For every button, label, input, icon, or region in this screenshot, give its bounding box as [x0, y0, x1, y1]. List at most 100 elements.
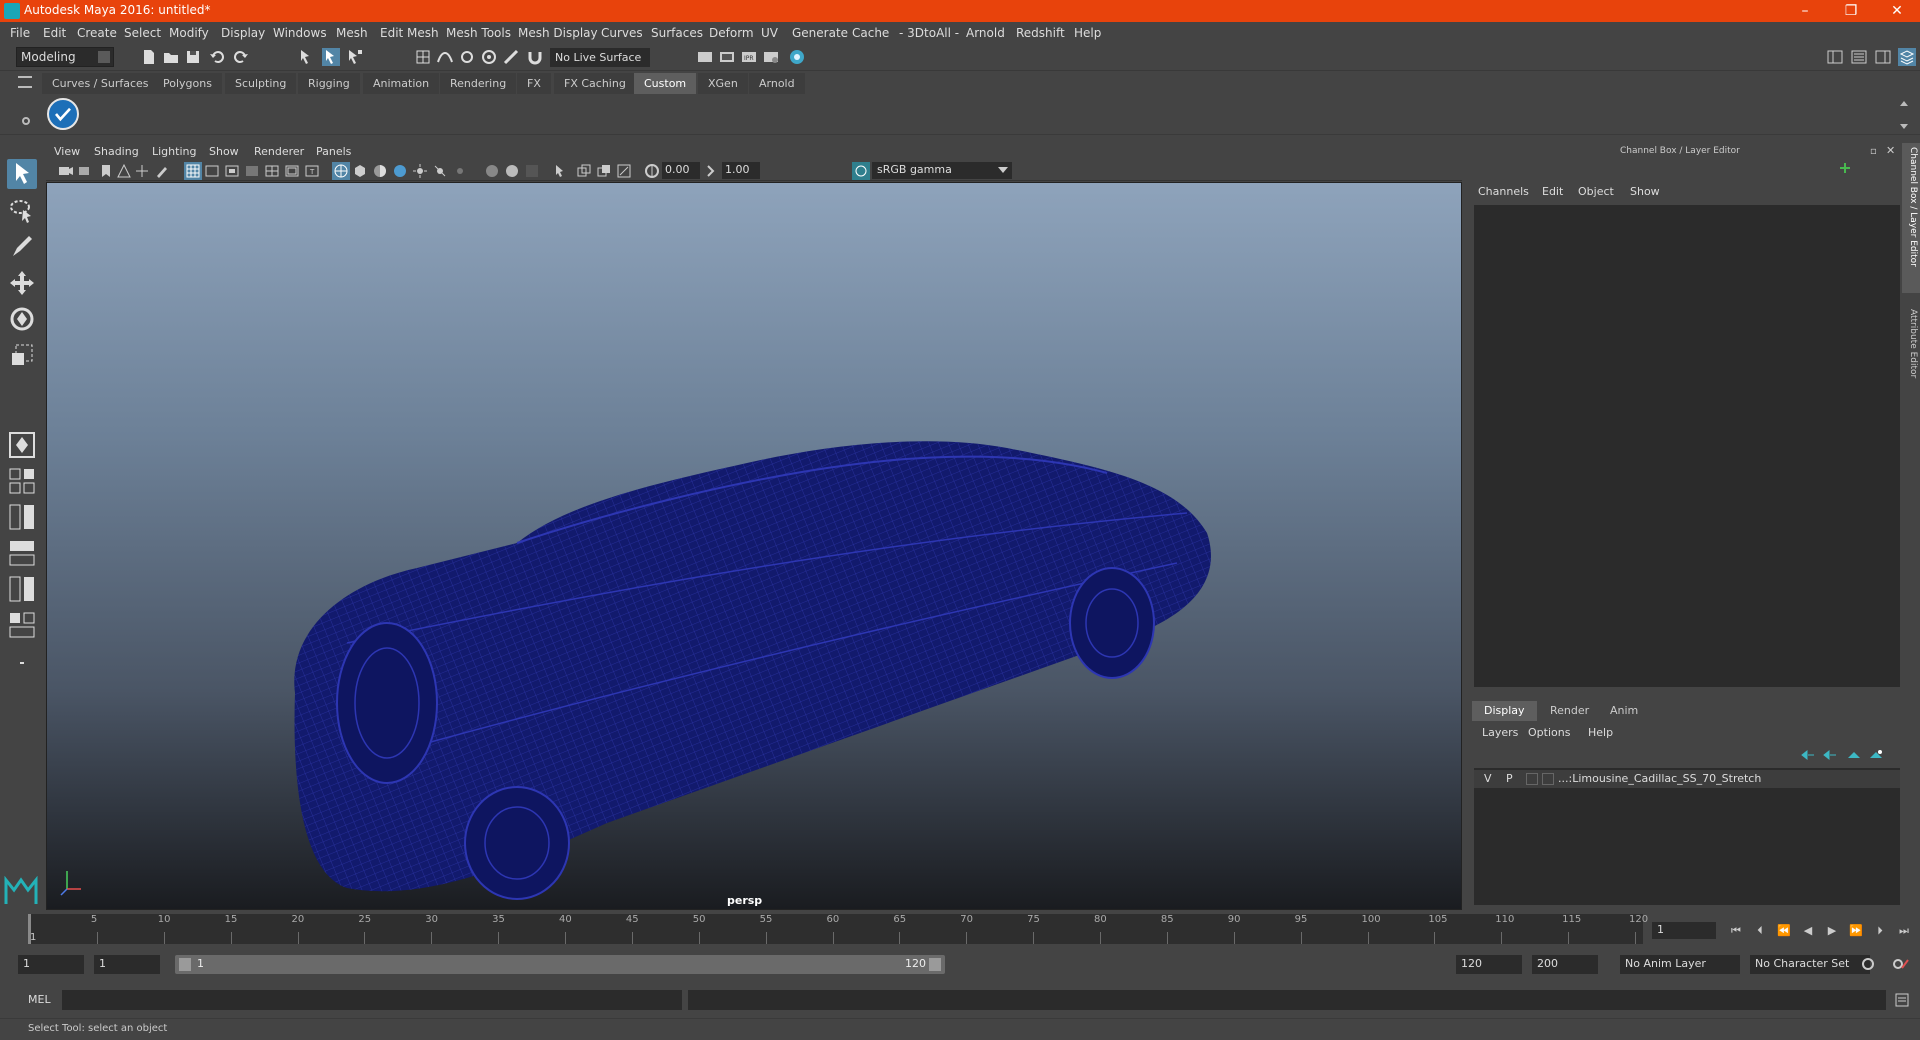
snap-to-grid-icon[interactable] [414, 48, 432, 66]
live-surface-field[interactable]: No Live Surface [550, 48, 650, 67]
select-by-hierarchy-icon[interactable] [298, 48, 316, 66]
menu-select[interactable]: Select [124, 26, 161, 40]
shelf-scroll-icon[interactable] [1898, 98, 1910, 132]
layer-tab-anim[interactable]: Anim [1598, 701, 1650, 721]
2d-pan-zoom-icon[interactable] [134, 163, 150, 179]
animation-end-field[interactable]: 200 [1532, 955, 1598, 974]
playback-range-slider[interactable]: 1 120 [175, 955, 945, 974]
menu-3dtoall[interactable]: - 3DtoAll - [899, 26, 959, 40]
float-panel-icon[interactable]: ▫ [1870, 146, 1877, 157]
channel-box-menu-channels[interactable]: Channels [1478, 185, 1529, 198]
anim-layer-select[interactable]: No Anim Layer [1620, 955, 1740, 974]
animation-start-field[interactable]: 1 [18, 955, 84, 974]
view-transform-select[interactable]: sRGB gamma [872, 162, 1012, 179]
xray-active-components-icon[interactable] [596, 163, 612, 179]
wireframe-shading-icon[interactable] [332, 162, 350, 180]
limousine-wireframe-model[interactable] [47, 183, 1461, 909]
toggle-tool-settings-icon[interactable] [1874, 48, 1892, 66]
channel-box-menu-object[interactable]: Object [1578, 185, 1614, 198]
toggle-channel-box-icon[interactable] [1898, 48, 1916, 66]
new-empty-layer-icon[interactable] [1846, 748, 1862, 762]
redo-icon[interactable] [232, 48, 250, 66]
make-live-icon[interactable] [502, 48, 520, 66]
exposure-icon[interactable] [644, 163, 660, 179]
shelf-tab-fx[interactable]: FX [517, 73, 551, 94]
shelf-settings-icon[interactable] [22, 117, 30, 125]
select-by-object-icon[interactable] [322, 48, 340, 66]
resolution-gate-icon[interactable] [224, 163, 240, 179]
ipr-render-icon[interactable]: IPR [740, 48, 758, 66]
render-view-icon[interactable] [696, 48, 714, 66]
snap-to-curve-icon[interactable] [436, 48, 454, 66]
panel-menu-show[interactable]: Show [209, 145, 239, 158]
menu-edit[interactable]: Edit [43, 26, 66, 40]
image-plane-icon[interactable] [116, 163, 132, 179]
play-forwards-icon[interactable]: ▶ [1824, 924, 1840, 938]
snap-to-point-icon[interactable] [458, 48, 476, 66]
panel-menu-renderer[interactable]: Renderer [254, 145, 304, 158]
bookmark-icon[interactable] [98, 163, 114, 179]
layer-row[interactable]: V P ...:Limousine_Cadillac_SS_70_Stretch [1474, 770, 1900, 788]
menu-create[interactable]: Create [77, 26, 117, 40]
auto-key-icon[interactable] [1860, 956, 1876, 972]
layer-menu-options[interactable]: Options [1528, 726, 1570, 739]
panel-menu-panels[interactable]: Panels [316, 145, 351, 158]
new-layer-from-selection-icon[interactable] [1868, 748, 1884, 762]
menu-redshift[interactable]: Redshift [1016, 26, 1065, 40]
outliner-layout-icon[interactable] [7, 610, 37, 640]
multisample-aa-icon[interactable] [504, 163, 520, 179]
menu-arnold[interactable]: Arnold [966, 26, 1005, 40]
menu-deform[interactable]: Deform [709, 26, 754, 40]
current-frame-field[interactable]: 1 [1652, 922, 1716, 939]
gamma-icon[interactable] [704, 163, 720, 179]
motion-blur-icon[interactable] [484, 163, 500, 179]
xray-joints-icon[interactable] [616, 163, 632, 179]
persp-outliner-layout-icon[interactable] [7, 502, 37, 532]
step-forward-frame-icon[interactable]: ⏵ [1872, 924, 1888, 938]
shelf-tab-animation[interactable]: Animation [363, 73, 440, 94]
play-backwards-icon[interactable]: ◀ [1800, 924, 1816, 938]
checkmark-shelf-icon[interactable] [47, 98, 79, 130]
grease-pencil-icon[interactable] [154, 163, 170, 179]
layer-playback-toggle[interactable]: P [1506, 772, 1513, 785]
paint-select-tool-icon[interactable] [7, 232, 37, 262]
scale-tool-icon[interactable] [7, 340, 37, 370]
menu-cache[interactable]: Cache [852, 26, 889, 40]
minimize-button[interactable]: – [1782, 0, 1828, 22]
menu-file[interactable]: File [10, 26, 30, 40]
shelf-tab-xgen[interactable]: XGen [698, 73, 748, 94]
workspace-layout-icon[interactable] [1826, 48, 1844, 66]
lasso-tool-icon[interactable] [7, 196, 37, 226]
menu-uv[interactable]: UV [761, 26, 778, 40]
xray-icon[interactable] [576, 163, 592, 179]
persp-graph-layout-icon[interactable] [7, 538, 37, 568]
perspective-viewport[interactable]: persp [46, 182, 1462, 910]
shelf-tab-arnold[interactable]: Arnold [749, 73, 805, 94]
shelf-tab-custom[interactable]: Custom [634, 73, 697, 94]
step-back-key-icon[interactable]: ⏪ [1776, 924, 1792, 938]
character-set-select[interactable]: No Character Set [1750, 955, 1870, 974]
persp-hypershade-layout-icon[interactable] [7, 574, 37, 604]
shelf-tab-rigging[interactable]: Rigging [298, 73, 360, 94]
shelf-tab-sculpting[interactable]: Sculpting [225, 73, 297, 94]
shelf-tab-polygons[interactable]: Polygons [153, 73, 222, 94]
select-tool-icon[interactable] [7, 159, 37, 189]
playback-start-field[interactable]: 1 [94, 955, 160, 974]
exposure-field[interactable]: 0.00 [662, 162, 700, 179]
shelf-tab-fx-caching[interactable]: FX Caching [554, 73, 636, 94]
step-back-frame-icon[interactable]: ⏴ [1752, 924, 1768, 938]
toggle-attribute-editor-icon[interactable] [1850, 48, 1868, 66]
menu-modify[interactable]: Modify [169, 26, 209, 40]
magnet-icon[interactable] [526, 48, 544, 66]
channel-box-menu-show[interactable]: Show [1630, 185, 1660, 198]
new-scene-icon[interactable] [140, 48, 158, 66]
shelf-tab-curves-surfaces[interactable]: Curves / Surfaces [42, 73, 159, 94]
four-view-layout-icon[interactable] [7, 466, 37, 496]
screen-space-ao-icon[interactable] [452, 163, 468, 179]
camera-attributes-icon[interactable] [78, 163, 94, 179]
shadows-icon[interactable] [432, 163, 448, 179]
shelf-menu-icon[interactable] [18, 76, 32, 88]
shelf-tab-rendering[interactable]: Rendering [440, 73, 517, 94]
save-scene-icon[interactable] [184, 48, 202, 66]
close-panel-icon[interactable]: ✕ [1886, 144, 1895, 157]
